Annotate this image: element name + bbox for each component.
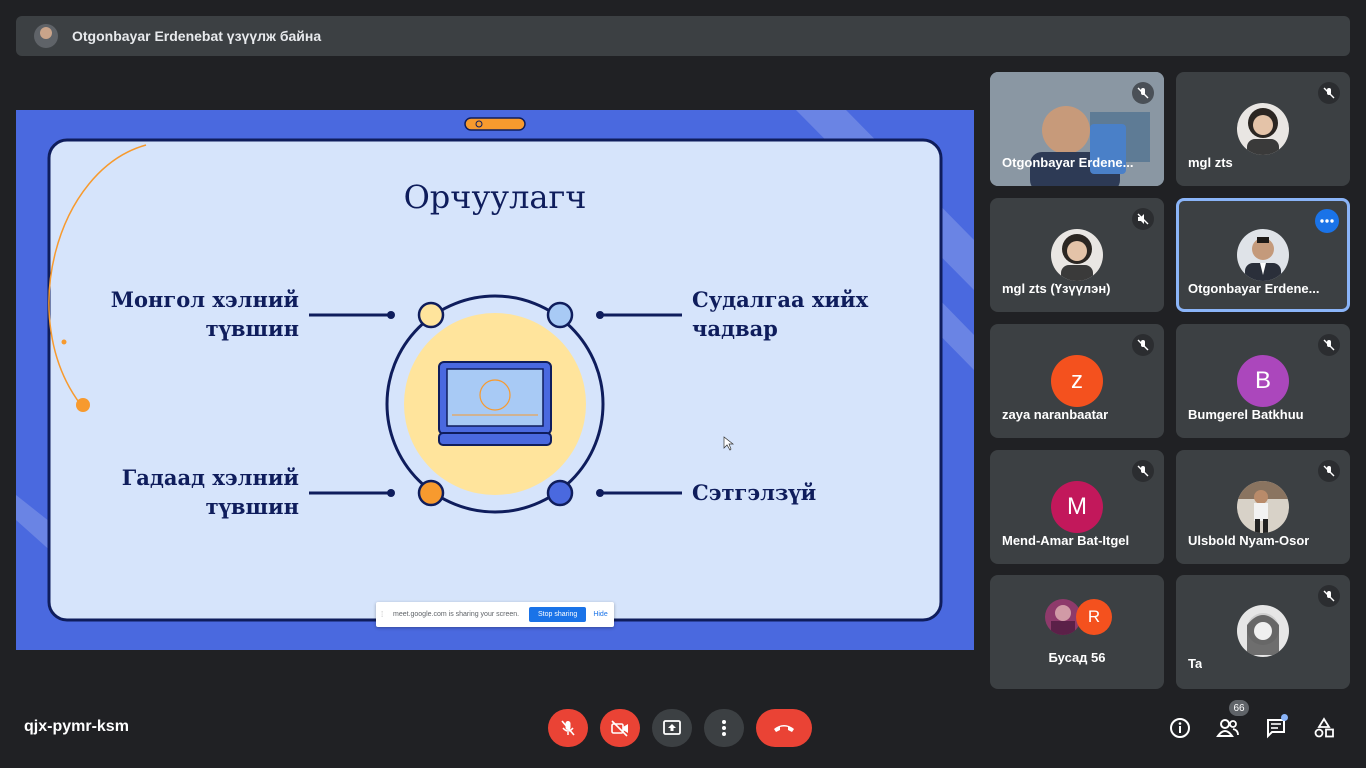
shared-screen: Орчуулагч Монгол хэлний түвшин Судалгаа х… (16, 110, 974, 650)
participant-name: Otgonbayar Erdene... (1188, 281, 1320, 296)
camera-toggle-button[interactable] (600, 709, 640, 747)
mic-off-icon (1132, 334, 1154, 356)
mic-off-icon (1318, 334, 1340, 356)
hang-up-icon (774, 725, 794, 732)
present-now-button[interactable] (652, 709, 692, 747)
participant-avatar: B (1237, 355, 1289, 407)
slide-title: Орчуулагч (403, 178, 587, 216)
presenting-text: Otgonbayar Erdenebat үзүүлж байна (72, 28, 322, 44)
participant-tile[interactable]: M Mend-Amar Bat-Itgel (990, 450, 1164, 564)
share-message: meet.google.com is sharing your screen. (393, 611, 520, 618)
participant-tile[interactable]: B Bumgerel Batkhuu (1176, 324, 1350, 438)
mic-off-icon (1318, 82, 1340, 104)
participant-name: Otgonbayar Erdene... (1002, 155, 1134, 170)
participant-tile[interactable]: mgl zts (Үзүүлэн) (990, 198, 1164, 312)
camera-off-icon (611, 720, 628, 737)
participant-tile[interactable]: Ulsbold Nyam-Osor (1176, 450, 1350, 564)
participant-tile-active[interactable]: Otgonbayar Erdene... (1176, 198, 1350, 312)
participant-tile[interactable]: Otgonbayar Erdene... (990, 72, 1164, 186)
more-vert-icon (722, 720, 726, 736)
participant-avatar (1051, 229, 1103, 281)
presenter-avatar (34, 24, 58, 48)
others-count: Бусад 56 (1048, 650, 1106, 665)
speaker-off-icon (1132, 208, 1154, 230)
mic-off-icon (561, 720, 575, 736)
people-icon (1216, 719, 1239, 737)
mic-off-icon (1132, 460, 1154, 482)
more-options-button[interactable] (704, 709, 744, 747)
slide-label-right-top: Судалгаа хийх чадвар (692, 287, 869, 341)
participant-name: Mend-Amar Bat-Itgel (1002, 533, 1130, 548)
more-options-icon[interactable] (1315, 209, 1339, 233)
mic-off-icon (1318, 585, 1340, 607)
participant-tile-self[interactable]: Ta (1176, 575, 1350, 689)
presenting-banner: Otgonbayar Erdenebat үзүүлж байна (16, 16, 1350, 56)
leave-call-button[interactable] (756, 709, 812, 747)
slide-label-right-bottom: Сэтгэлзүй (692, 480, 817, 505)
participant-avatar (1237, 605, 1289, 657)
activities-icon (1314, 717, 1334, 738)
participant-avatar (1237, 229, 1289, 281)
meeting-details-button[interactable] (1166, 714, 1194, 742)
participant-name: zaya naranbaatar (1002, 407, 1109, 422)
hide-button[interactable]: Hide (593, 611, 607, 618)
participant-tile-others[interactable]: R Бусад 56 (990, 575, 1164, 689)
present-screen-icon (663, 720, 681, 735)
meeting-code: qjx-pymr-ksm (24, 718, 129, 735)
others-avatar-letter: R (1076, 599, 1112, 635)
participant-avatar: M (1051, 481, 1103, 533)
slide-label-left-top: Монгол хэлний түвшин (110, 287, 299, 341)
participant-name: Ta (1188, 656, 1203, 671)
participant-tile[interactable]: z zaya naranbaatar (990, 324, 1164, 438)
drag-handle-icon[interactable]: ⁞ (381, 610, 391, 619)
participant-avatar (1237, 103, 1289, 155)
mic-off-icon (1132, 82, 1154, 104)
participant-name: Ulsbold Nyam-Osor (1188, 533, 1310, 548)
participant-name: mgl zts (Үзүүлэн) (1002, 281, 1111, 296)
activities-button[interactable] (1310, 714, 1338, 742)
participant-name: mgl zts (1188, 155, 1233, 170)
mic-off-icon (1318, 460, 1340, 482)
people-count-badge: 66 (1229, 700, 1249, 716)
slide-label-left-bottom: Гадаад хэлний түвшин (121, 465, 299, 519)
screen-share-bar: ⁞ meet.google.com is sharing your screen… (376, 602, 614, 627)
show-everyone-button[interactable] (1214, 714, 1242, 742)
participant-avatar (1237, 481, 1289, 533)
participant-avatar: z (1051, 355, 1103, 407)
participant-tile[interactable]: mgl zts (1176, 72, 1350, 186)
mic-toggle-button[interactable] (548, 709, 588, 747)
info-icon (1170, 718, 1190, 738)
participant-name: Bumgerel Batkhuu (1188, 407, 1304, 422)
chat-notification-dot (1281, 714, 1288, 721)
stop-sharing-button[interactable]: Stop sharing (529, 607, 587, 622)
